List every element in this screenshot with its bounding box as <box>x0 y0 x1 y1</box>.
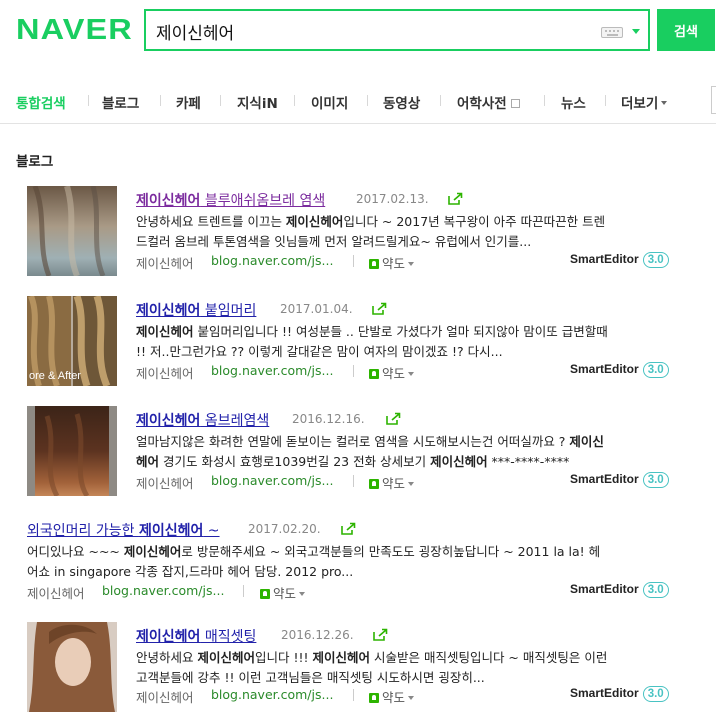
smart-editor-badge: SmartEditor 3.0 <box>570 686 669 702</box>
chevron-down-icon <box>661 101 668 105</box>
map-button[interactable]: 약도 <box>369 253 415 272</box>
smart-editor-badge: SmartEditor 3.0 <box>570 582 669 598</box>
map-button[interactable]: 약도 <box>369 687 415 706</box>
result-thumbnail[interactable] <box>27 622 117 712</box>
naver-logo[interactable]: NAVER <box>16 14 133 47</box>
tab-dictionary[interactable]: 어학사전 <box>457 92 520 112</box>
tab-divider <box>440 95 441 106</box>
search-button[interactable]: 검색 <box>657 9 715 51</box>
map-button[interactable]: 약도 <box>369 473 415 492</box>
map-icon <box>369 479 379 489</box>
tab-divider <box>220 95 221 106</box>
share-icon[interactable] <box>373 628 388 641</box>
tab-divider <box>544 95 545 106</box>
tab-divider <box>605 95 606 106</box>
result-thumbnail[interactable] <box>27 186 117 276</box>
thumbnail-caption: ore & After <box>29 370 81 382</box>
result-thumbnail[interactable]: ore & After <box>27 296 117 386</box>
share-icon[interactable] <box>341 522 356 535</box>
result-title-link[interactable]: 제이신헤어 옴브레염색 <box>136 410 269 430</box>
autocomplete-toggle-icon[interactable] <box>632 29 640 34</box>
smart-editor-badge: SmartEditor 3.0 <box>570 362 669 378</box>
keyboard-icon[interactable] <box>601 27 623 38</box>
result-description: 제이신헤어 붙임머리입니다 !! 여성분들 .. 단발로 가셨다가 얼마 되지않… <box>136 324 608 359</box>
tab-kin[interactable]: 지식iN <box>237 92 278 112</box>
result-date: 2017.02.13. <box>356 192 429 206</box>
author-name[interactable]: 제이신헤어 <box>136 690 194 705</box>
search-input[interactable] <box>156 17 586 45</box>
chevron-down-icon <box>408 262 415 266</box>
tab-divider <box>294 95 295 106</box>
result-date: 2016.12.26. <box>281 628 354 642</box>
result-description: 어디있나요 ~~~ 제이신헤어로 방문해주세요 ~ 외국고객분들의 만족도도 굉… <box>27 544 601 579</box>
meta-divider <box>243 585 244 597</box>
result-description: 안녕하세요 트렌트를 이끄는 제이신헤어입니다 ~ 2017년 복구왕이 아주 … <box>136 214 606 249</box>
result-date: 2017.02.20. <box>248 522 321 536</box>
tab-more-label: 더보기 <box>621 96 659 112</box>
chevron-down-icon <box>408 372 415 376</box>
result-thumbnail[interactable] <box>27 406 117 496</box>
result-url[interactable]: blog.naver.com/js... <box>211 253 333 268</box>
result-title-link[interactable]: 제이신헤어 매직셋팅 <box>136 626 256 646</box>
result-meta: 제이신헤어 <box>27 583 85 602</box>
tab-blog[interactable]: 블로그 <box>102 92 139 112</box>
result-title-link[interactable]: 제이신헤어 붙임머리 <box>136 300 256 320</box>
tab-video[interactable]: 동영상 <box>383 92 420 112</box>
tab-cafe[interactable]: 카페 <box>176 92 201 112</box>
author-name[interactable]: 제이신헤어 <box>136 256 194 271</box>
smart-editor-badge: SmartEditor 3.0 <box>570 252 669 268</box>
tab-more[interactable]: 더보기 <box>621 92 668 112</box>
chevron-down-icon <box>408 482 415 486</box>
tab-image[interactable]: 이미지 <box>311 92 348 112</box>
chevron-down-icon <box>299 592 306 596</box>
header: NAVER 검색 <box>0 0 716 66</box>
map-icon <box>369 369 379 379</box>
author-name[interactable]: 제이신헤어 <box>136 476 194 491</box>
result-description: 얼마남지않은 화려한 연말에 돋보이는 컬러로 염색을 시도해보시는건 어떠실까… <box>136 434 604 469</box>
result-meta: 제이신헤어 <box>136 687 194 706</box>
author-name[interactable]: 제이신헤어 <box>27 586 85 601</box>
result-date: 2017.01.04. <box>280 302 353 316</box>
result-title-link[interactable]: 외국인머리 가능한 제이신헤어 ~ <box>27 520 220 540</box>
tab-dictionary-label: 어학사전 <box>457 96 507 112</box>
tab-all[interactable]: 통합검색 <box>16 92 66 112</box>
map-icon <box>260 589 270 599</box>
map-icon <box>369 693 379 703</box>
option-panel-edge[interactable] <box>711 86 716 114</box>
result-title-link[interactable]: 제이신헤어 블루애쉬옴브레 염색 <box>136 190 325 210</box>
section-title-blog: 블로그 <box>16 154 54 170</box>
chevron-down-icon <box>408 696 415 700</box>
share-icon[interactable] <box>448 192 463 205</box>
tab-divider <box>367 95 368 106</box>
result-date: 2016.12.16. <box>292 412 365 426</box>
meta-divider <box>353 475 354 487</box>
share-icon[interactable] <box>372 302 387 315</box>
share-icon[interactable] <box>386 412 401 425</box>
tab-divider <box>88 95 89 106</box>
search-tabs: 통합검색 블로그 카페 지식iN 이미지 동영상 어학사전 뉴스 더보기 <box>0 78 716 124</box>
result-description: 안녕하세요 제이신헤어입니다 !!! 제이신헤어 시술받은 매직셋팅입니다 ~ … <box>136 650 608 685</box>
result-meta: 제이신헤어 <box>136 363 194 382</box>
map-icon <box>369 259 379 269</box>
result-meta: 제이신헤어 <box>136 473 194 492</box>
result-url[interactable]: blog.naver.com/js... <box>211 363 333 378</box>
new-window-icon <box>510 99 520 108</box>
tab-news[interactable]: 뉴스 <box>561 92 586 112</box>
smart-editor-badge: SmartEditor 3.0 <box>570 472 669 488</box>
map-button[interactable]: 약도 <box>369 363 415 382</box>
search-box <box>144 9 650 51</box>
map-button[interactable]: 약도 <box>260 583 306 602</box>
author-name[interactable]: 제이신헤어 <box>136 366 194 381</box>
meta-divider <box>353 255 354 267</box>
result-url[interactable]: blog.naver.com/js... <box>211 473 333 488</box>
meta-divider <box>353 365 354 377</box>
tab-divider <box>160 95 161 106</box>
meta-divider <box>353 689 354 701</box>
result-meta: 제이신헤어 <box>136 253 194 272</box>
result-url[interactable]: blog.naver.com/js... <box>102 583 224 598</box>
result-url[interactable]: blog.naver.com/js... <box>211 687 333 702</box>
